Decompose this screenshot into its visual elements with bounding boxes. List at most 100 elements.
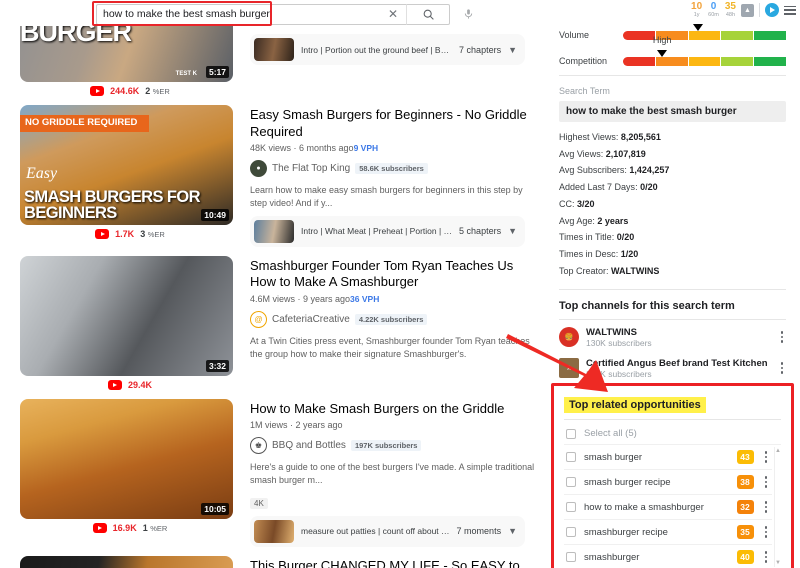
- keyword-label: smash burger: [584, 451, 643, 463]
- competition-label: Competition: [559, 56, 608, 66]
- video-result-item[interactable]: BURGER TEST K 5:17 244.6K 2 %ER CC Intro…: [0, 26, 540, 96]
- youtube-icon: [107, 379, 122, 390]
- more-options-icon[interactable]: [778, 362, 787, 374]
- video-result-item[interactable]: LIFE This Burger CHANGED MY LIFE - So EA…: [0, 555, 540, 568]
- video-description: At a Twin Cities press event, Smashburge…: [250, 336, 530, 359]
- video-title[interactable]: Smashburger Founder Tom Ryan Teaches Us …: [250, 258, 540, 291]
- opportunity-row[interactable]: smashburger 40: [564, 545, 772, 568]
- chevron-down-icon[interactable]: ▼: [508, 526, 517, 536]
- more-options-icon[interactable]: [778, 331, 787, 343]
- analytics-icon[interactable]: ▲: [741, 3, 754, 17]
- chevron-down-icon[interactable]: ▼: [508, 226, 517, 236]
- volume-label: Volume: [559, 30, 590, 40]
- video-chapters[interactable]: Intro | Portion out the ground beef | Bu…: [250, 34, 525, 65]
- avatar: ♚: [250, 437, 267, 455]
- chapter-text: Intro | What Meat | Preheat | Portion | …: [301, 226, 452, 237]
- row-checkbox[interactable]: [566, 502, 576, 512]
- video-thumbnail[interactable]: LIFE: [20, 555, 233, 568]
- video-thumbnail[interactable]: NO GRIDDLE REQUIRED Easy SMASH BURGERS F…: [20, 105, 233, 225]
- select-all-checkbox[interactable]: [566, 428, 576, 439]
- video-thumbnail-column: 3:32 29.4K: [20, 255, 240, 390]
- avatar: @: [250, 311, 267, 329]
- scrollbar[interactable]: ▲ ▼: [774, 447, 781, 567]
- microphone-icon: [464, 9, 472, 19]
- video-info: CC Intro | Portion out the ground beef |…: [240, 26, 540, 96]
- thumbnail-flag: NO GRIDDLE REQUIRED: [20, 115, 150, 132]
- stat-line: Highest Views: 8,205,561: [559, 132, 661, 142]
- chapter-text: measure out patties | count off about 70…: [301, 526, 450, 537]
- video-title[interactable]: Easy Smash Burgers for Beginners - No Gr…: [250, 107, 540, 140]
- stat-val: 2,107,819: [605, 148, 646, 159]
- stat-line: Avg Subscribers: 1,424,257: [559, 165, 670, 176]
- subscriber-badge: 58.6K subscribers: [355, 163, 428, 175]
- scroll-down-icon[interactable]: ▼: [775, 560, 781, 566]
- search-button[interactable]: [406, 3, 450, 25]
- video-results-list[interactable]: BURGER TEST K 5:17 244.6K 2 %ER CC Intro…: [0, 26, 540, 568]
- video-stats-row: 1.7K 3 %ER: [20, 229, 240, 239]
- search-bar[interactable]: how to make the best smash burger ✕: [96, 3, 479, 25]
- play-circle-icon[interactable]: [765, 3, 779, 18]
- opportunity-row[interactable]: smash burger recipe 38: [564, 470, 772, 495]
- video-title[interactable]: This Burger CHANGED MY LIFE - So EASY to…: [250, 558, 540, 568]
- more-options-icon[interactable]: [762, 501, 771, 513]
- hamburger-menu-icon[interactable]: [784, 5, 796, 15]
- close-icon[interactable]: ✕: [388, 8, 398, 20]
- stat-value: 35: [724, 1, 736, 12]
- select-all-row[interactable]: Select all (5): [564, 423, 781, 445]
- divider: [559, 75, 786, 76]
- video-result-item[interactable]: 3:32 29.4K Smashburger Founder Tom Ryan …: [0, 255, 540, 390]
- more-options-icon[interactable]: [762, 476, 771, 488]
- stat-line: Times in Title: 0/20: [559, 232, 635, 243]
- search-input[interactable]: how to make the best smash burger ✕: [96, 3, 406, 25]
- stat-counter: 35 48h: [724, 1, 736, 18]
- row-checkbox[interactable]: [566, 477, 576, 487]
- video-description: Here's a guide to one of the best burger…: [250, 462, 535, 486]
- more-options-icon[interactable]: [762, 551, 771, 563]
- row-checkbox[interactable]: [566, 452, 576, 462]
- video-chapters[interactable]: measure out patties | count off about 70…: [250, 515, 525, 547]
- stat-key: Times in Desc: [559, 249, 616, 260]
- chapter-thumbnail: [254, 219, 294, 243]
- channel-row[interactable]: 🍔 WALTWINS 130K subscribers: [559, 322, 786, 353]
- scroll-up-icon[interactable]: ▲: [775, 448, 781, 454]
- video-thumbnail[interactable]: 3:32: [20, 255, 233, 376]
- video-channel[interactable]: ♚ BBQ and Bottles 197K subscribers: [250, 437, 540, 455]
- opportunity-row[interactable]: how to make a smashburger 32: [564, 495, 772, 520]
- chapter-thumbnail: [254, 519, 294, 543]
- competition-marker: [657, 49, 668, 57]
- video-title[interactable]: How to Make Smash Burgers on the Griddle: [250, 401, 540, 418]
- video-thumbnail[interactable]: BURGER TEST K 5:17: [20, 26, 233, 82]
- stat-val: 0/20: [640, 182, 658, 193]
- video-view-count: 16.9K: [112, 522, 137, 533]
- row-checkbox[interactable]: [566, 527, 576, 537]
- channel-name: Certified Angus Beef brand Test Kitchen: [586, 357, 768, 369]
- chevron-down-icon[interactable]: ▼: [508, 45, 517, 55]
- top-bar: how to make the best smash burger ✕ 10 1…: [0, 0, 800, 26]
- divider: [559, 288, 786, 290]
- more-options-icon[interactable]: [762, 526, 771, 538]
- er-value: 2: [145, 86, 151, 96]
- opportunities-list[interactable]: smash burger 43 smash burger recipe 38 h…: [564, 445, 781, 568]
- video-view-count: 244.6K: [110, 86, 140, 96]
- video-channel[interactable]: @ CafeteriaCreative 4.22K subscribers: [250, 311, 540, 329]
- er-label: %ER: [150, 523, 168, 533]
- voice-search-button[interactable]: [457, 3, 479, 25]
- video-channel[interactable]: ● The Flat Top King 58.6K subscribers: [250, 160, 540, 178]
- video-views-date: 48K views · 6 months ago: [250, 143, 354, 154]
- video-duration: 3:32: [205, 359, 229, 372]
- stat-line: Top Creator: WALTWINS: [559, 265, 660, 276]
- opportunity-row[interactable]: smashburger recipe 35: [564, 520, 772, 545]
- video-thumbnail-column: BURGER TEST K 5:17 244.6K 2 %ER: [20, 26, 240, 96]
- volume-gauge: Volume: [559, 23, 786, 40]
- more-options-icon[interactable]: [762, 451, 771, 463]
- row-checkbox[interactable]: [566, 552, 576, 562]
- opportunity-row[interactable]: smash burger 43: [564, 445, 772, 470]
- video-chapters[interactable]: Intro | What Meat | Preheat | Portion | …: [250, 215, 525, 247]
- video-result-item[interactable]: NO GRIDDLE REQUIRED Easy SMASH BURGERS F…: [0, 105, 540, 247]
- video-thumbnail[interactable]: 10:05: [20, 398, 233, 519]
- channel-row[interactable]: ★ Certified Angus Beef brand Test Kitche…: [559, 353, 786, 384]
- chapter-text: Intro | Portion out the ground beef | Bu…: [301, 44, 452, 55]
- video-result-item[interactable]: 10:05 16.9K 1 %ER How to Make Smash Burg…: [0, 398, 540, 547]
- channel-name: BBQ and Bottles: [272, 440, 346, 452]
- stat-value: 0: [710, 1, 717, 12]
